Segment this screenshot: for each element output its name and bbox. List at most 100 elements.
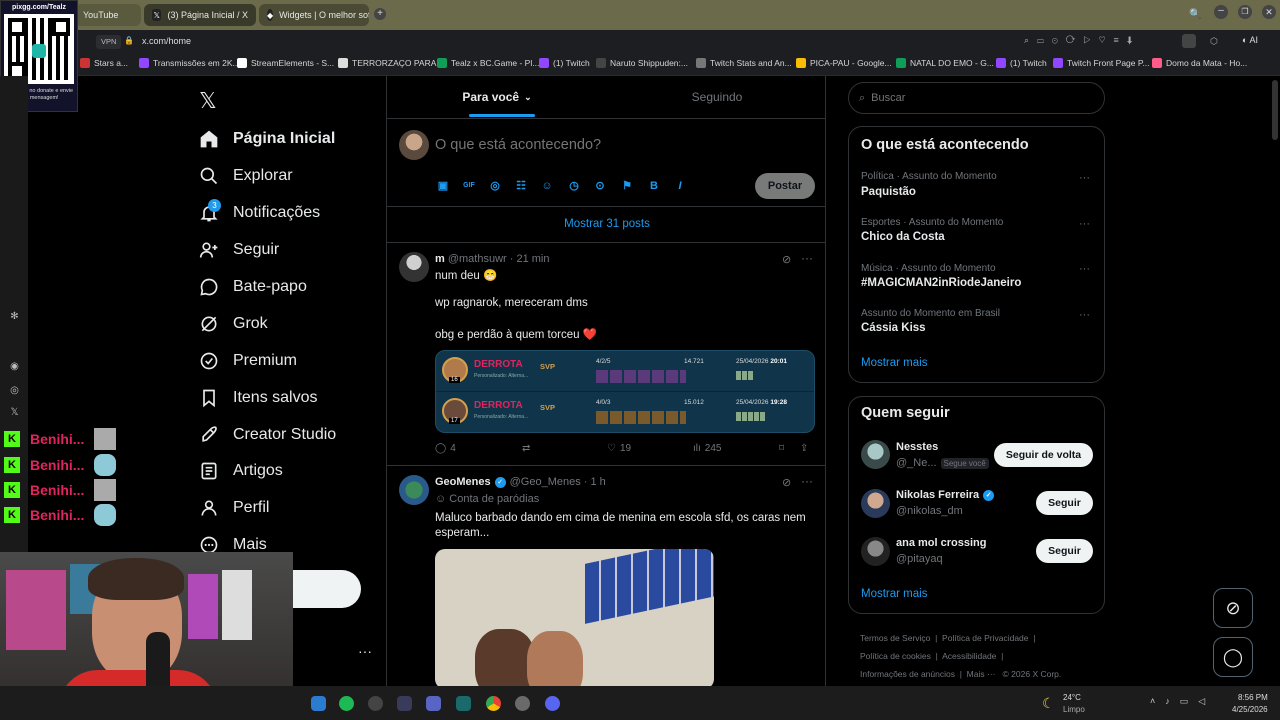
trends-show-more[interactable]: Mostrar mais xyxy=(861,357,927,369)
clock-date[interactable]: 4/25/2026 xyxy=(1232,705,1268,714)
toolbar-icons[interactable]: ⌕▭⊙⟳▷♡≡⬇ xyxy=(1024,35,1140,46)
bookmark-item[interactable]: Stars a... xyxy=(80,58,128,68)
footer-link[interactable]: Política de cookies xyxy=(860,651,931,661)
views-button[interactable]: ılı 245 xyxy=(693,443,721,454)
more-options-icon[interactable]: ··· xyxy=(1079,263,1090,275)
suggestion-name[interactable]: Nesstes xyxy=(896,441,938,453)
bookmark-item[interactable]: TERRORZAÇO PARA... xyxy=(338,58,443,68)
nav-item-notifications[interactable]: 3 Notificações xyxy=(199,199,320,223)
reply-button[interactable]: ◯ 4 xyxy=(435,443,456,454)
app-icon[interactable] xyxy=(426,696,441,711)
trend-item[interactable]: Paquistão xyxy=(861,186,916,198)
italic-icon[interactable]: I xyxy=(674,180,686,192)
browser-tab-youtube[interactable]: YouTube xyxy=(75,4,141,26)
footer-link[interactable]: Termos de Serviço xyxy=(860,633,930,643)
post-avatar[interactable] xyxy=(399,252,429,282)
more-options-icon[interactable]: ··· xyxy=(801,251,813,265)
bold-icon[interactable]: B xyxy=(648,180,660,192)
nav-item-home[interactable]: Página Inicial xyxy=(199,129,335,149)
app-icon[interactable] xyxy=(368,696,383,711)
trend-item[interactable]: Chico da Costa xyxy=(861,231,945,243)
tab-following[interactable]: Seguindo xyxy=(607,76,825,118)
share-button[interactable]: ⇪ xyxy=(800,443,808,454)
nav-item-articles[interactable]: Artigos xyxy=(199,461,283,481)
like-button[interactable]: ♡ 19 xyxy=(607,443,631,454)
footer-link[interactable]: Acessibilidade xyxy=(942,651,996,661)
grok-icon[interactable]: ⊘ xyxy=(782,476,791,489)
extensions-icon[interactable]: ⬡ xyxy=(1210,36,1218,47)
discord-icon[interactable] xyxy=(545,696,560,711)
clock-time[interactable]: 8:56 PM xyxy=(1238,693,1268,702)
vpn-badge[interactable]: VPN xyxy=(96,35,122,49)
app-icon[interactable] xyxy=(311,696,326,711)
follow-button[interactable]: Seguir xyxy=(1036,491,1093,515)
suggestion-name[interactable]: ana mol crossing xyxy=(896,537,986,549)
chrome-icon[interactable] xyxy=(486,696,501,711)
flag-icon[interactable]: ⚑ xyxy=(621,180,633,192)
post-avatar[interactable] xyxy=(399,475,429,505)
x-logo-icon[interactable]: 𝕏 xyxy=(199,88,217,114)
account-more-icon[interactable]: ··· xyxy=(358,643,372,659)
bookmark-button[interactable]: ⌑ xyxy=(779,443,784,454)
image-icon[interactable]: ▣ xyxy=(437,180,449,192)
composer-avatar[interactable] xyxy=(399,130,429,160)
more-options-icon[interactable]: ··· xyxy=(1079,309,1090,321)
bookmark-item[interactable]: Naruto Shippuden:... xyxy=(596,58,688,68)
bookmark-item[interactable]: Tealz x BC.Game - Pl... xyxy=(437,58,539,68)
follow-back-button[interactable]: Seguir de volta xyxy=(994,443,1093,467)
search-input[interactable] xyxy=(871,92,1072,104)
scrollbar[interactable] xyxy=(1272,80,1278,140)
schedule-icon[interactable]: ◷ xyxy=(568,180,580,192)
apps-icon[interactable]: ✻ xyxy=(8,310,21,323)
suggestion-avatar[interactable] xyxy=(861,537,890,566)
composer-input[interactable] xyxy=(435,134,795,156)
search-box[interactable]: ⌕ xyxy=(848,82,1105,114)
location-icon[interactable]: ⊙ xyxy=(594,180,606,192)
minimize-icon[interactable]: – xyxy=(1214,5,1228,19)
nav-item-bookmarks[interactable]: Itens salvos xyxy=(199,388,317,408)
bookmark-item[interactable]: Twitch Front Page P... xyxy=(1053,58,1150,68)
emoji-icon[interactable]: ☺ xyxy=(541,180,553,192)
post-button[interactable]: Postar xyxy=(755,173,815,199)
nav-item-profile[interactable]: Perfil xyxy=(199,498,269,518)
browser-tab-widgets[interactable]: ◆ Widgets | O melhor soft xyxy=(259,4,369,26)
repost-button[interactable]: ⇄ xyxy=(522,443,530,454)
footer-link[interactable]: Política de Privacidade xyxy=(942,633,1028,643)
settings-icon[interactable] xyxy=(515,696,530,711)
url-field[interactable]: x.com/home xyxy=(142,36,191,46)
trend-item[interactable]: Cássia Kiss xyxy=(861,322,926,334)
gif-icon[interactable]: GIF xyxy=(463,180,475,192)
bookmark-item[interactable]: Twitch Stats and An... xyxy=(696,58,792,68)
bookmark-item[interactable]: Domo da Mata - Ho... xyxy=(1152,58,1247,68)
new-tab-icon[interactable]: + xyxy=(374,8,386,20)
author-handle[interactable]: @Geo_Menes · 1 h xyxy=(510,476,606,488)
post-media-video[interactable] xyxy=(435,549,714,686)
suggestion-avatar[interactable] xyxy=(861,440,890,469)
wallet-icon[interactable] xyxy=(1182,34,1196,48)
bookmark-item[interactable]: PICA-PAU - Google... xyxy=(796,58,892,68)
messenger-icon[interactable]: ◉ xyxy=(8,360,21,373)
browser-tab-x[interactable]: 𝕏 (3) Página Inicial / X xyxy=(144,4,256,26)
grok-icon[interactable]: ⊘ xyxy=(782,253,791,266)
app-icon[interactable] xyxy=(397,696,412,711)
nav-item-creator-studio[interactable]: Creator Studio xyxy=(199,425,336,445)
follow-button[interactable]: Seguir xyxy=(1036,539,1093,563)
whatsapp-icon[interactable]: ◎ xyxy=(8,384,21,397)
suggestion-name[interactable]: Nikolas Ferreira xyxy=(896,489,979,501)
footer-link[interactable]: Informações de anúncios xyxy=(860,669,955,679)
author-name[interactable]: m xyxy=(435,253,445,265)
footer-link[interactable]: Mais ··· xyxy=(967,669,996,679)
more-options-icon[interactable]: ··· xyxy=(801,474,813,488)
app-icon[interactable] xyxy=(456,696,471,711)
bookmark-item[interactable]: (1) Twitch xyxy=(539,58,590,68)
nav-item-explore[interactable]: Explorar xyxy=(199,166,293,186)
poll-icon[interactable]: ☷ xyxy=(515,180,527,192)
spotify-icon[interactable] xyxy=(339,696,354,711)
bookmark-item[interactable]: StreamElements - S... xyxy=(237,58,334,68)
search-tabs-icon[interactable]: 🔍 xyxy=(1189,9,1201,20)
more-options-icon[interactable]: ··· xyxy=(1079,172,1090,184)
tab-for-you[interactable]: Para você ⌄ xyxy=(387,76,607,118)
close-icon[interactable]: ✕ xyxy=(1262,5,1276,19)
post-image-match-history[interactable]: 16 DERROTA Personalizado: Alterna... SVP… xyxy=(435,350,815,433)
messages-float-button[interactable]: ◯ xyxy=(1213,637,1253,677)
